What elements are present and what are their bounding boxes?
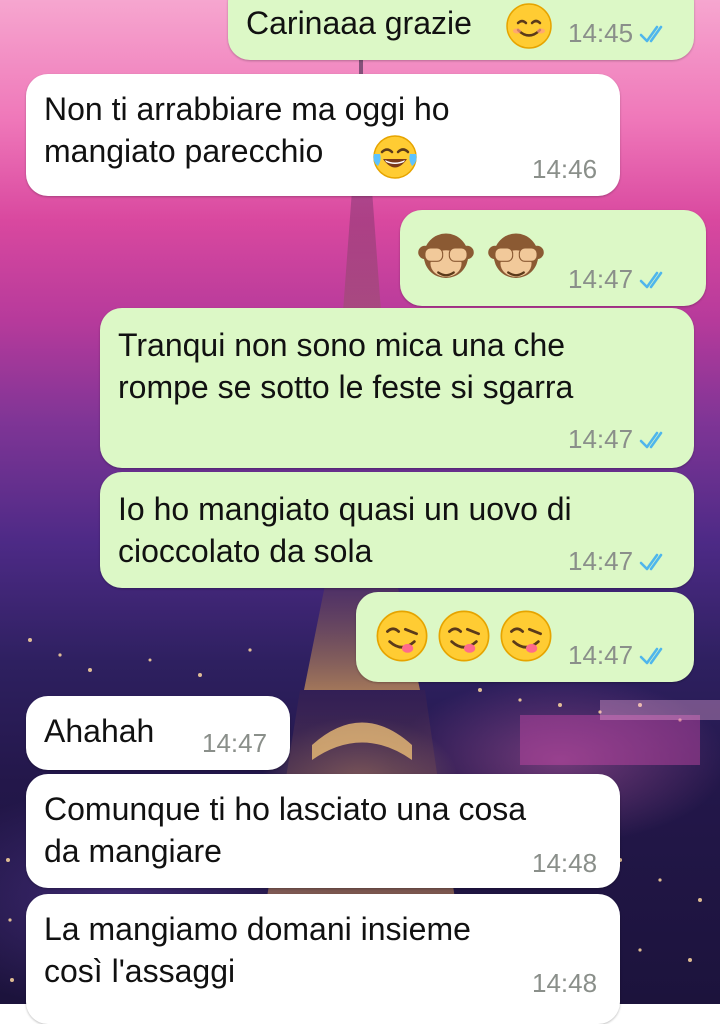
message-meta: 14:48 <box>532 968 597 999</box>
read-ticks-icon <box>639 431 663 448</box>
message-bubble-outgoing[interactable]: Io ho mangiato quasi un uovo di cioccola… <box>100 472 694 588</box>
face-savoring-food-icon <box>376 610 428 662</box>
message-time: 14:47 <box>568 264 634 294</box>
message-text: Tranqui non sono mica una che rompe se s… <box>118 327 574 405</box>
message-text: Carinaaa grazie <box>246 5 472 41</box>
message-meta: 14:47 <box>568 424 673 455</box>
message-meta: 14:47 <box>202 728 267 759</box>
message-bubble-incoming[interactable]: Ahahah 14:47 <box>26 696 290 770</box>
message-bubble-outgoing[interactable]: 14:47 <box>400 210 706 306</box>
message-meta: 14:47 <box>568 264 673 295</box>
message-bubble-incoming[interactable]: Comunque ti ho lasciato una cosa da mang… <box>26 774 620 888</box>
message-bubble-outgoing[interactable]: Carinaaa grazie 14:45 <box>228 0 694 60</box>
read-ticks-icon <box>639 553 663 570</box>
message-time: 14:46 <box>532 154 598 184</box>
read-ticks-icon <box>639 647 663 664</box>
message-meta: 14:45 <box>568 18 673 49</box>
message-time: 14:45 <box>568 18 634 48</box>
smiling-face-icon <box>506 3 552 49</box>
message-time: 14:48 <box>532 848 598 878</box>
message-bubble-incoming[interactable]: Non ti arrabbiare ma oggi ho mangiato pa… <box>26 74 620 196</box>
see-no-evil-monkey-icon <box>418 233 474 278</box>
message-meta: 14:48 <box>532 848 597 879</box>
face-savoring-food-icon <box>438 610 490 662</box>
message-text: Ahahah <box>44 713 155 749</box>
message-time: 14:48 <box>532 968 598 998</box>
message-bubble-incoming[interactable]: La mangiamo domani insieme così l'assagg… <box>26 894 620 1024</box>
message-bubble-outgoing[interactable]: Tranqui non sono mica una che rompe se s… <box>100 308 694 468</box>
message-text: Io ho mangiato quasi un uovo di cioccola… <box>118 491 572 569</box>
message-text: La mangiamo domani insieme così l'assagg… <box>44 911 471 989</box>
read-ticks-icon <box>639 271 663 288</box>
see-no-evil-monkey-icon <box>488 233 544 278</box>
message-time: 14:47 <box>568 424 634 454</box>
message-time: 14:47 <box>202 728 268 758</box>
message-time: 14:47 <box>568 546 634 576</box>
read-ticks-icon <box>639 25 663 42</box>
face-savoring-food-icon <box>500 610 552 662</box>
message-meta: 14:47 <box>568 640 673 671</box>
message-text: Comunque ti ho lasciato una cosa da mang… <box>44 791 527 869</box>
message-meta: 14:47 <box>568 546 673 577</box>
message-bubble-outgoing[interactable]: 14:47 <box>356 592 694 682</box>
message-time: 14:47 <box>568 640 634 670</box>
message-meta: 14:46 <box>532 154 597 185</box>
face-with-tears-of-joy-icon <box>373 135 417 179</box>
